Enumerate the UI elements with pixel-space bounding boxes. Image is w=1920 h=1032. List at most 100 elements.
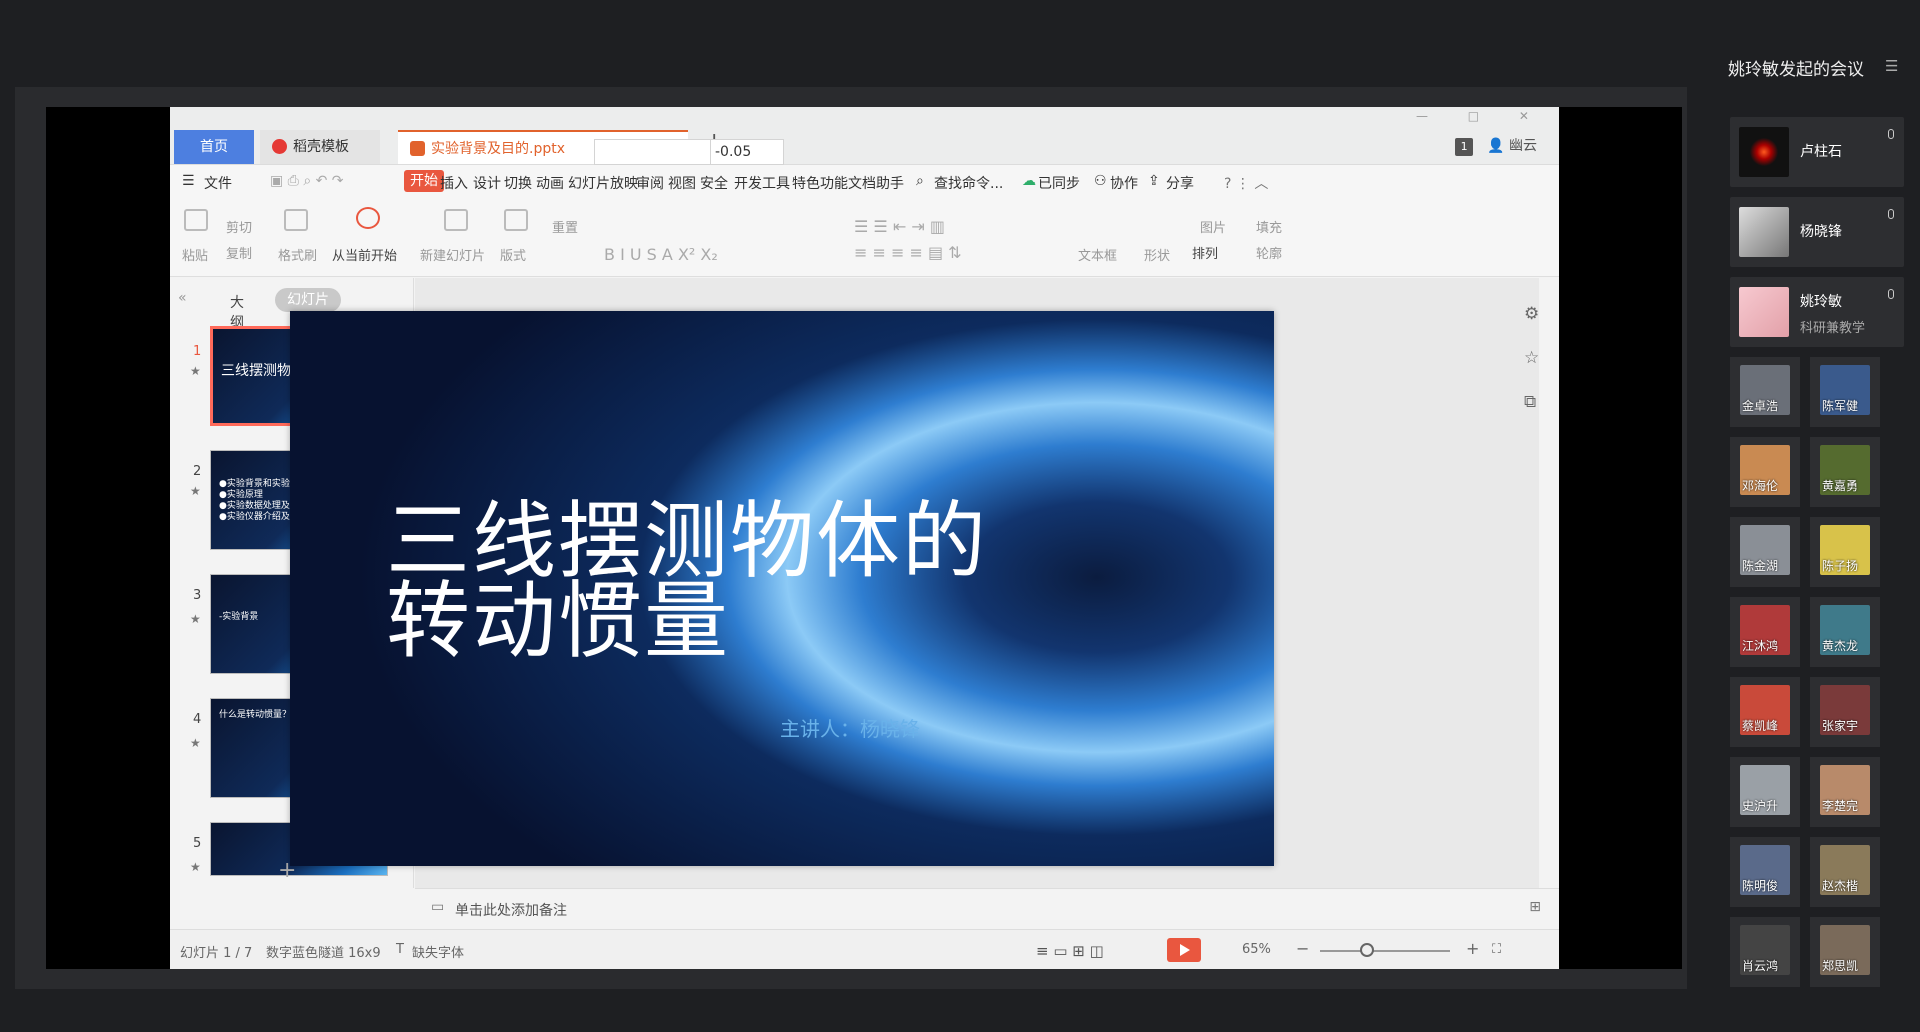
menu-synced[interactable]: 已同步 <box>1038 173 1080 193</box>
copy-button[interactable]: 复制 <box>226 243 252 262</box>
menu-doc-assistant[interactable]: 文档助手 <box>848 173 904 193</box>
reset-button[interactable]: 重置 <box>552 217 578 236</box>
fit-window-icon[interactable]: ⛶ <box>1492 942 1501 957</box>
cut-button[interactable]: 剪切 <box>226 217 252 236</box>
menu-view[interactable]: 视图 <box>668 173 696 193</box>
transition-pane-icon[interactable]: ⧉ <box>1524 380 1549 424</box>
tab-slides[interactable]: 幻灯片 <box>275 288 341 312</box>
menu-slideshow[interactable]: 幻灯片放映 <box>568 173 638 193</box>
zoom-slider-knob[interactable] <box>1360 943 1374 957</box>
participant-tile[interactable]: 赵杰楷 <box>1810 837 1880 907</box>
participant-tile[interactable]: 史沪升 <box>1730 757 1800 827</box>
participant-tile[interactable]: 江沐鸿 <box>1730 597 1800 667</box>
collapse-panel-icon[interactable]: « <box>178 290 187 306</box>
microphone-icon[interactable] <box>1888 129 1894 139</box>
new-slide-icon[interactable] <box>444 209 468 231</box>
zoom-level[interactable]: 65% <box>1242 942 1271 957</box>
participant-card[interactable]: 姚玲敏 科研兼教学 <box>1730 277 1904 347</box>
participant-tile[interactable]: 金卓浩 <box>1730 357 1800 427</box>
menu-features[interactable]: 特色功能 <box>792 173 848 193</box>
notes-icon: ▭ <box>431 899 445 915</box>
notes-placeholder[interactable]: 单击此处添加备注 <box>455 900 567 920</box>
paste-button[interactable]: 粘贴 <box>182 245 208 264</box>
tab-home[interactable]: 首页 <box>174 130 254 164</box>
tab-template[interactable]: 稻壳模板 <box>260 130 380 164</box>
textbox-button[interactable]: 文本框 <box>1078 245 1117 264</box>
menu-animation[interactable]: 动画 <box>536 173 564 193</box>
view-mode-icons[interactable]: ≡ ▭ ⊞ ◫ <box>1036 942 1104 960</box>
participant-tile[interactable]: 蔡凯峰 <box>1730 677 1800 747</box>
picture-button[interactable]: 图片 <box>1200 217 1226 236</box>
new-slide-button[interactable]: 新建幻灯片 <box>420 245 485 264</box>
missing-font-icon: T <box>396 942 404 957</box>
microphone-icon[interactable] <box>1888 209 1894 219</box>
window-controls[interactable]: — □ ✕ <box>1416 109 1547 123</box>
member-list-icon[interactable]: ☰ <box>1885 57 1898 75</box>
format-painter-icon[interactable] <box>284 209 308 231</box>
participant-name: 黄嘉勇 <box>1822 479 1859 493</box>
participant-tile[interactable]: 陈金湖 <box>1730 517 1800 587</box>
shape-button[interactable]: 形状 <box>1144 245 1170 264</box>
outline-button[interactable]: 轮廓 <box>1256 243 1282 262</box>
slide-title[interactable]: 三线摆测物体的 转动惯量 <box>386 499 988 663</box>
menu-transition[interactable]: 切换 <box>504 173 532 193</box>
participant-tile[interactable]: 郑思凯 <box>1810 917 1880 987</box>
participant-name: 江沐鸿 <box>1742 639 1779 653</box>
paste-icon[interactable] <box>184 209 208 231</box>
zoom-slider[interactable] <box>1320 950 1450 952</box>
layout-button[interactable]: 版式 <box>500 245 526 264</box>
participant-tile[interactable]: 陈军健 <box>1810 357 1880 427</box>
font-size-select[interactable]: -0.05 <box>710 139 784 165</box>
zoom-out-icon[interactable]: − <box>1296 939 1309 958</box>
arrange-button[interactable]: 排列 <box>1192 243 1218 262</box>
participant-tile[interactable]: 陈明俊 <box>1730 837 1800 907</box>
participant-tile[interactable]: 黄嘉勇 <box>1810 437 1880 507</box>
participant-card[interactable]: 卢柱石 <box>1730 117 1904 187</box>
participant-tile[interactable]: 邓海伦 <box>1730 437 1800 507</box>
participant-tile[interactable]: 黄杰龙 <box>1810 597 1880 667</box>
participant-tile[interactable]: 张家宇 <box>1810 677 1880 747</box>
help-icons[interactable]: ? ⋮ ︿ <box>1224 173 1268 193</box>
fill-button[interactable]: 填充 <box>1256 217 1282 236</box>
zoom-in-icon[interactable]: + <box>1466 939 1479 958</box>
tab-document-label: 实验背景及目的.pptx <box>431 141 565 157</box>
participant-name: 蔡凯峰 <box>1742 719 1779 733</box>
notes-bar: ▭ 单击此处添加备注 ⊞ <box>415 888 1559 928</box>
user-icon[interactable]: 👤 <box>1487 138 1504 154</box>
participant-tile[interactable]: 肖云鸿 <box>1730 917 1800 987</box>
current-slide[interactable]: 三线摆测物体的 转动惯量 主讲人：杨晓锋 <box>290 311 1274 866</box>
participant-card[interactable]: 杨晓锋 <box>1730 197 1904 267</box>
paragraph-icons[interactable]: ☰ ☰ ⇤ ⇥ ▥ <box>854 217 945 236</box>
menu-security[interactable]: 安全 <box>700 173 728 193</box>
format-painter-button[interactable]: 格式刷 <box>278 245 317 264</box>
menu-review[interactable]: 审阅 <box>636 173 664 193</box>
window-count-badge[interactable]: 1 <box>1455 138 1474 156</box>
alignment-icons[interactable]: ≡ ≡ ≡ ≡ ▤ ⇅ <box>854 243 962 262</box>
microphone-icon[interactable] <box>1888 289 1894 299</box>
missing-font-button[interactable]: 缺失字体 <box>412 942 464 961</box>
slideshow-play-button[interactable] <box>1167 938 1201 962</box>
hamburger-icon[interactable]: ☰ <box>182 173 195 189</box>
play-from-current-icon[interactable] <box>356 207 380 229</box>
participant-tile[interactable]: 李楚完 <box>1810 757 1880 827</box>
menu-start[interactable]: 开始 <box>404 170 444 192</box>
text-format-icons[interactable]: B I U S A X² X₂ <box>604 245 718 264</box>
menu-devtools[interactable]: 开发工具 <box>734 173 790 193</box>
layout-icon[interactable] <box>504 209 528 231</box>
menu-share[interactable]: 分享 <box>1166 173 1194 193</box>
menu-insert[interactable]: 插入 <box>440 173 468 193</box>
command-search[interactable]: 查找命令... <box>934 173 1003 193</box>
animation-pane-icon[interactable]: ☆ <box>1524 336 1549 380</box>
from-current-button[interactable]: 从当前开始 <box>332 245 397 264</box>
theme-name[interactable]: 数字蓝色隧道 16x9 <box>266 942 381 961</box>
participant-tile[interactable]: 陈子扬 <box>1810 517 1880 587</box>
slide-subtitle[interactable]: 主讲人：杨晓锋 <box>780 713 920 742</box>
user-name[interactable]: 幽云 <box>1509 138 1537 154</box>
properties-icon[interactable]: ⚙ <box>1524 292 1549 336</box>
menu-collab[interactable]: 协作 <box>1110 173 1138 193</box>
menu-file[interactable]: 文件 <box>204 173 232 193</box>
grid-view-icon[interactable]: ⊞ <box>1529 899 1541 915</box>
avatar <box>1739 207 1789 257</box>
menu-design[interactable]: 设计 <box>473 173 501 193</box>
quick-access-icons[interactable]: ▣ ⎙ ⌕ ↶ ↷ <box>270 173 344 189</box>
